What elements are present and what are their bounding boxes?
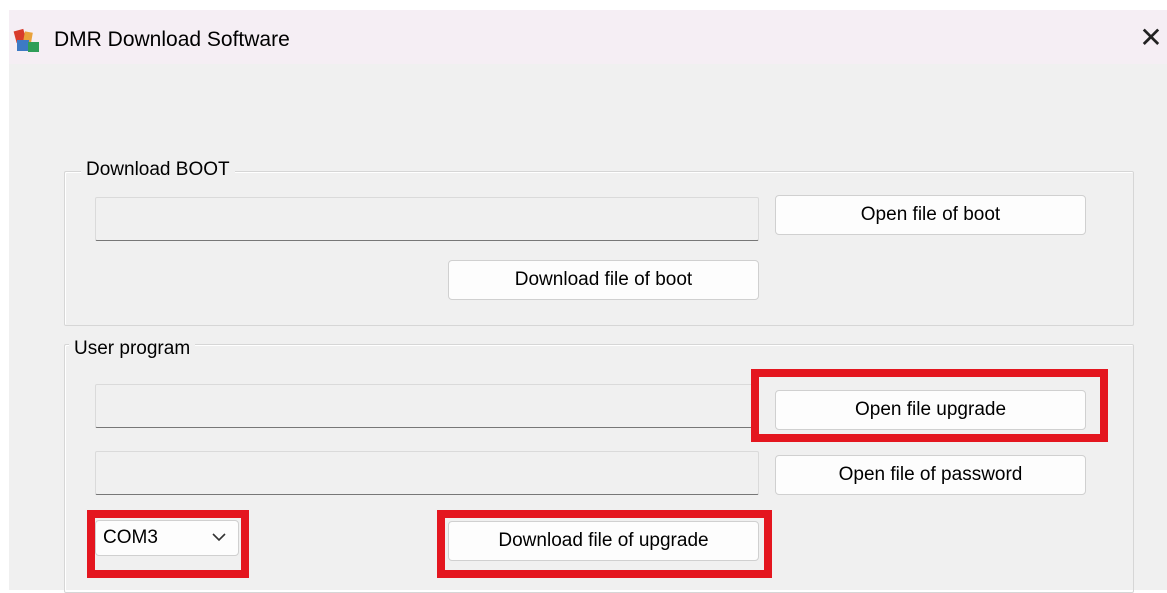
password-file-path-field[interactable] [95, 451, 759, 495]
download-boot-file-button[interactable]: Download file of boot [448, 260, 759, 300]
window-title: DMR Download Software [54, 28, 290, 51]
app-icon [13, 28, 39, 52]
com-port-select[interactable]: COM3 [95, 520, 239, 556]
download-boot-group-label: Download BOOT [81, 158, 235, 182]
boot-file-path-field[interactable] [95, 197, 759, 241]
upgrade-file-path-field[interactable] [95, 384, 759, 428]
close-icon[interactable]: ✕ [1135, 22, 1167, 54]
open-boot-file-button[interactable]: Open file of boot [775, 195, 1086, 235]
download-upgrade-file-button[interactable]: Download file of upgrade [448, 521, 759, 561]
open-upgrade-file-button[interactable]: Open file upgrade [775, 390, 1086, 430]
com-port-value: COM3 [103, 527, 158, 548]
user-program-group-label: User program [69, 337, 196, 361]
open-password-file-button[interactable]: Open file of password [775, 455, 1086, 495]
chevron-down-icon[interactable] [210, 530, 228, 544]
title-bar: DMR Download Software ✕ [9, 10, 1167, 64]
app-window: DMR Download Software ✕ Download BOOT Op… [9, 10, 1167, 593]
